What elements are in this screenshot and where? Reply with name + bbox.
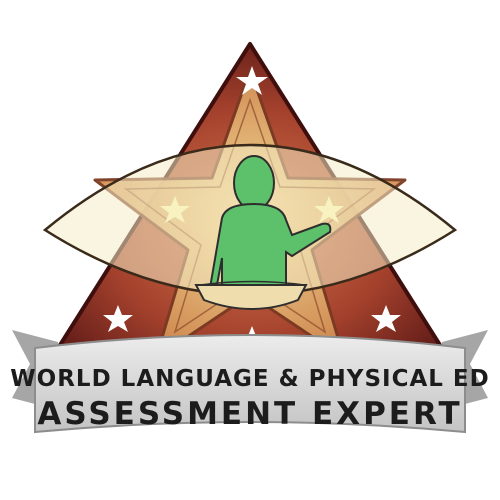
banner-line-2: ASSESSMENT EXPERT	[37, 396, 462, 432]
figure-head	[233, 155, 275, 211]
badge: WORLD LANGUAGE & PHYSICAL ED ASSESSMENT …	[0, 0, 500, 500]
banner-line-1: WORLD LANGUAGE & PHYSICAL ED	[10, 366, 489, 392]
badge-graphic: WORLD LANGUAGE & PHYSICAL ED ASSESSMENT …	[10, 42, 489, 434]
